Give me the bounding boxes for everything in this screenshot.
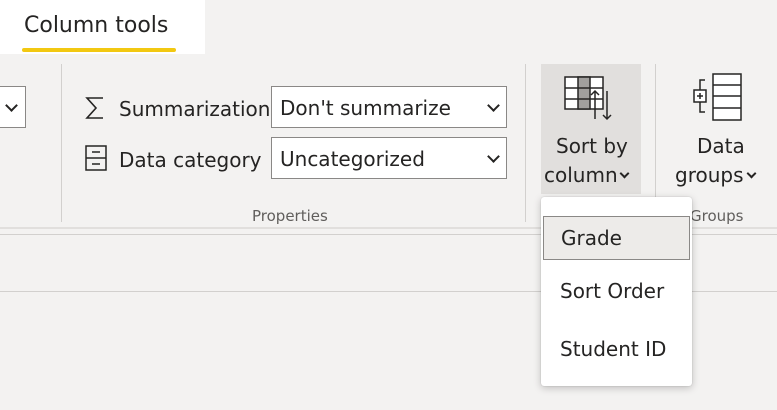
menu-item-label: Sort Order <box>560 279 665 303</box>
properties-group-label: Properties <box>252 207 328 225</box>
menu-item-grade[interactable]: Grade <box>543 216 690 260</box>
data-category-value: Uncategorized <box>280 147 425 171</box>
groups-group-label: Groups <box>690 207 744 225</box>
menu-item-label: Grade <box>561 226 622 250</box>
data-category-icon <box>85 145 107 171</box>
sort-by-column-button[interactable]: Sort by column <box>541 64 641 194</box>
sigma-icon <box>85 97 103 119</box>
tab-column-tools-label: Column tools <box>24 13 169 38</box>
sort-by-column-label-line1: Sort by <box>556 134 628 158</box>
chevron-down-icon <box>746 168 757 179</box>
data-groups-icon <box>693 73 742 121</box>
data-groups-button[interactable]: Data groups <box>668 64 768 194</box>
sort-by-column-menu: Grade Sort Order Student ID <box>541 197 692 386</box>
sort-by-column-label-line2: column <box>544 163 618 187</box>
ribbon-separator <box>525 64 526 222</box>
chevron-down-icon <box>5 99 18 112</box>
summarization-label: Summarization <box>119 97 271 121</box>
chevron-down-icon <box>619 168 630 179</box>
data-groups-label-line2: groups <box>675 163 744 187</box>
summarization-value: Don't summarize <box>280 96 451 120</box>
ribbon-separator <box>61 64 62 222</box>
tab-column-tools[interactable]: Column tools <box>0 0 205 54</box>
chevron-down-icon <box>487 150 500 163</box>
data-category-label: Data category <box>119 148 262 172</box>
data-category-dropdown[interactable]: Uncategorized <box>271 137 507 179</box>
tab-active-indicator <box>22 48 176 52</box>
data-groups-label-line1: Data <box>697 134 745 158</box>
menu-item-sort-order[interactable]: Sort Order <box>543 270 690 314</box>
summarization-dropdown[interactable]: Don't summarize <box>271 86 507 128</box>
chevron-down-icon <box>487 99 500 112</box>
sort-by-column-icon <box>564 76 612 121</box>
menu-item-student-id[interactable]: Student ID <box>543 328 690 372</box>
menu-item-label: Student ID <box>560 337 667 361</box>
truncated-dropdown[interactable] <box>0 86 26 128</box>
